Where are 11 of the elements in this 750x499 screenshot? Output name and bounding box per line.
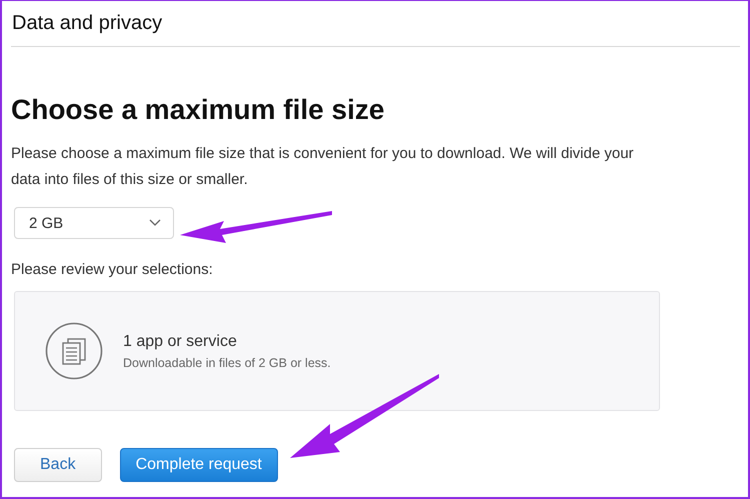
section-heading: Choose a maximum file size [11, 94, 386, 126]
complete-button[interactable]: Complete request [120, 448, 278, 482]
file-size-dropdown[interactable]: 2 GB [14, 207, 174, 239]
page-title: Data and privacy [12, 12, 162, 35]
description-text: Please choose a maximum file size that is convenient for you to download. We will divide your data into files of this size or smaller. [11, 144, 635, 190]
documents-icon [45, 322, 103, 380]
back-button[interactable]: Back [14, 448, 102, 482]
review-label: Please review your selections: [11, 261, 214, 278]
selection-title: 1 app or service [123, 332, 238, 350]
chevron-down-icon [149, 219, 161, 227]
selection-subtitle: Downloadable in files of 2 GB or less. [123, 356, 331, 370]
